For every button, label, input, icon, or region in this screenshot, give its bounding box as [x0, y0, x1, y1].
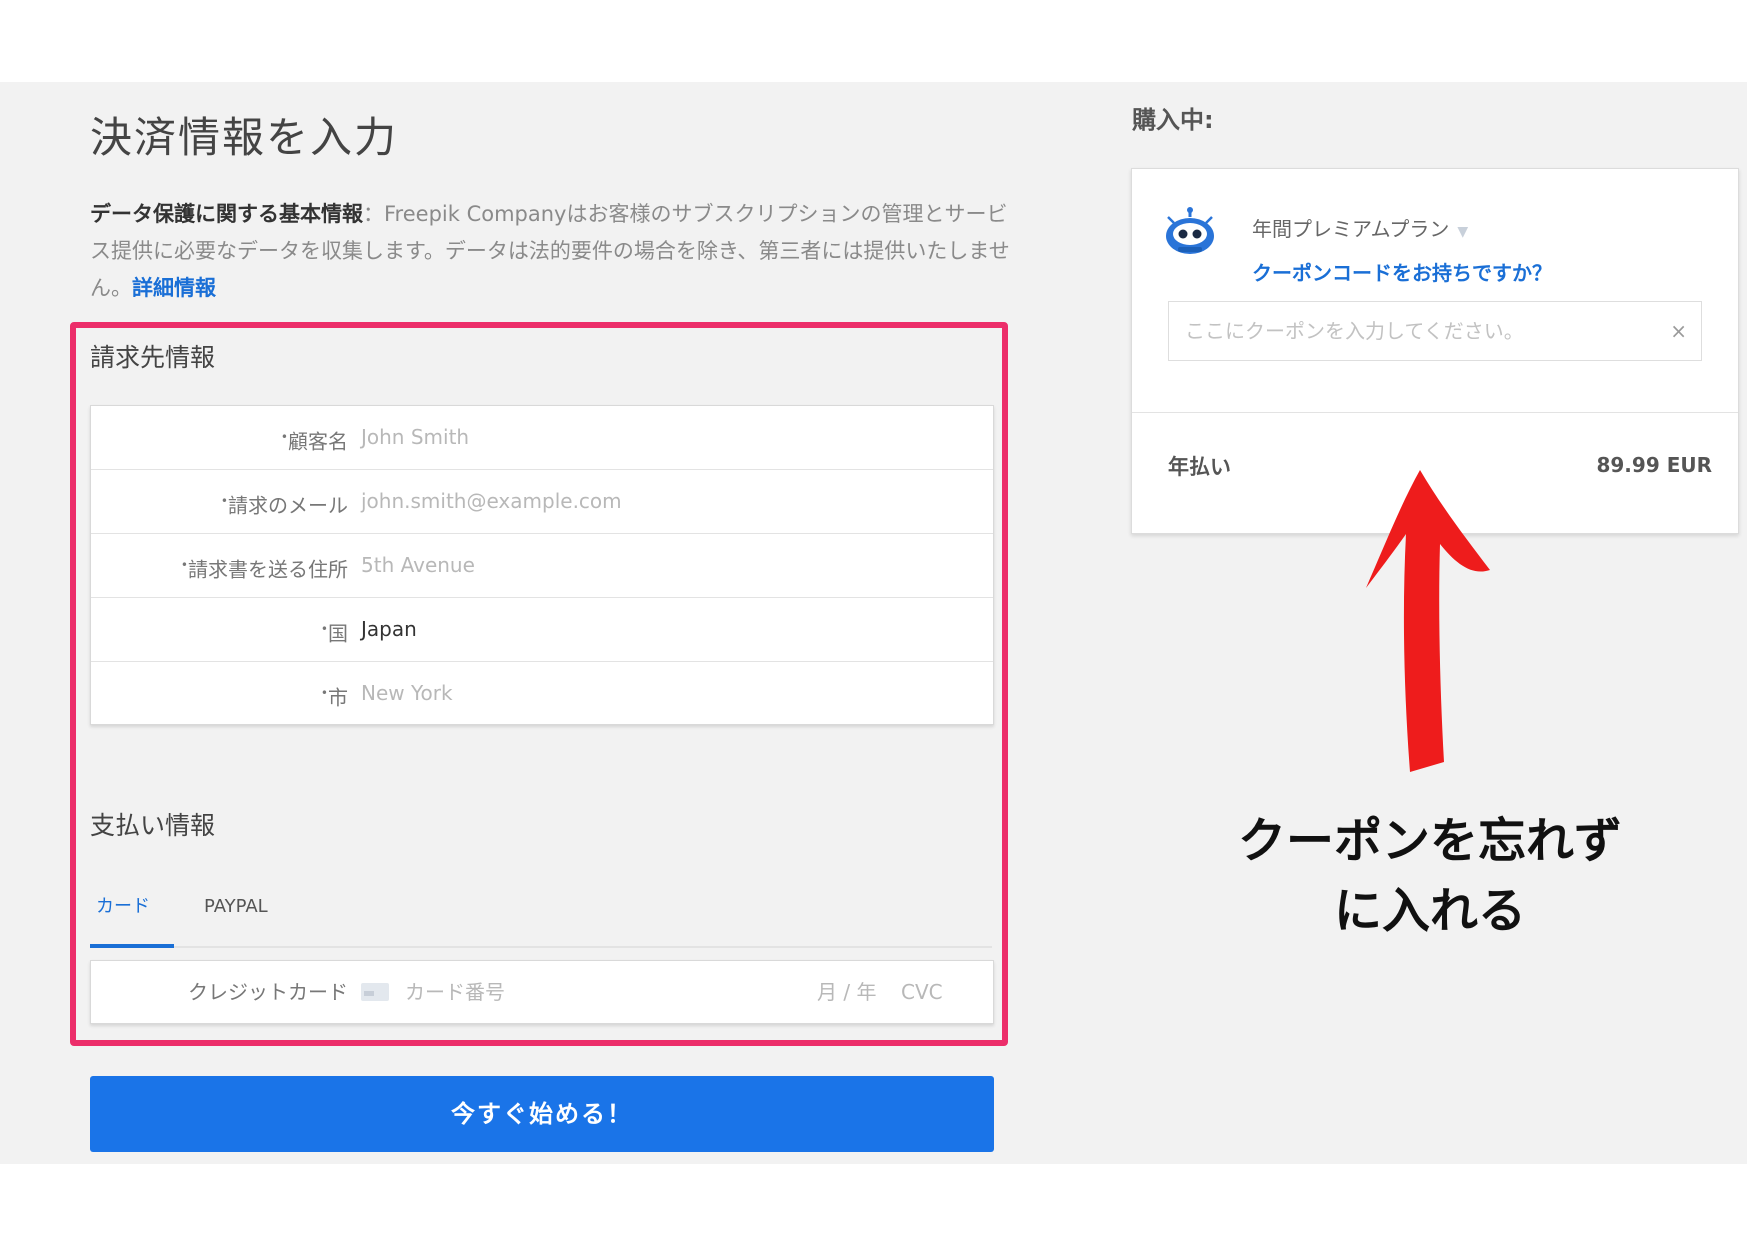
data-protection-notice: データ保護に関する基本情報：Freepik Companyはお客様のサブスクリプ… [90, 196, 1010, 307]
annotation-line-2: に入れる [1333, 883, 1526, 939]
coupon-input[interactable]: ここにクーポンを入力してください。 × [1168, 301, 1702, 361]
notice-separator: ： [363, 202, 384, 226]
country-row: •国 Japan [91, 598, 993, 662]
page-title: 決済情報を入力 [90, 113, 399, 162]
city-row: •市 New York [91, 662, 993, 725]
coupon-placeholder: ここにクーポンを入力してください。 [1185, 319, 1524, 343]
city-label: •市 [320, 685, 348, 710]
customer-name-label: •顧客名 [280, 429, 348, 454]
customer-name-input[interactable]: John Smith [361, 406, 469, 469]
billing-period-label: 年払い [1168, 455, 1231, 479]
billing-form: •顧客名 John Smith •請求のメール john.smith@examp… [90, 405, 994, 725]
robot-mascot-icon [1166, 207, 1214, 254]
credit-card-label: クレジットカード [188, 980, 348, 1004]
close-icon[interactable]: × [1670, 302, 1687, 360]
credit-card-field[interactable]: クレジットカード カード番号 月 / 年 CVC [90, 960, 994, 1024]
notice-heading: データ保護に関する基本情報 [90, 202, 363, 226]
billing-address-input[interactable]: 5th Avenue [361, 534, 475, 597]
red-arrow-annotation [1366, 470, 1490, 772]
country-select[interactable]: Japan [361, 598, 417, 661]
payment-tabs: カード PAYPAL [90, 882, 992, 948]
coupon-reminder-annotation: クーポンを忘れず に入れる [1160, 806, 1700, 946]
city-input[interactable]: New York [361, 662, 453, 725]
summary-divider [1132, 412, 1738, 413]
credit-card-icon [361, 983, 389, 1001]
card-cvc-input[interactable]: CVC [901, 961, 943, 1023]
card-number-input[interactable]: カード番号 [405, 961, 505, 1023]
active-tab-indicator [90, 944, 174, 948]
customer-name-row: •顧客名 John Smith [91, 406, 993, 470]
start-now-button[interactable]: 今すぐ始める！ [90, 1076, 994, 1152]
billing-email-row: •請求のメール john.smith@example.com [91, 470, 993, 534]
country-label: •国 [320, 621, 348, 646]
plan-selector[interactable]: 年間プレミアムプラン ▼ [1252, 213, 1468, 242]
coupon-code-link[interactable]: クーポンコードをお持ちですか？ [1252, 257, 1552, 286]
billing-email-input[interactable]: john.smith@example.com [361, 470, 622, 533]
tab-card[interactable]: カード [96, 882, 150, 932]
billing-section-title: 請求先情報 [90, 343, 216, 372]
card-expiry-input[interactable]: 月 / 年 [817, 961, 876, 1023]
tab-paypal[interactable]: PAYPAL [204, 882, 268, 932]
payment-section-title: 支払い情報 [90, 811, 216, 840]
more-info-link[interactable]: 詳細情報 [132, 276, 216, 300]
billing-email-label: •請求のメール [220, 493, 348, 518]
purchase-heading: 購入中: [1132, 106, 1214, 134]
chevron-down-icon: ▼ [1457, 224, 1469, 240]
plan-price: 89.99 EUR [1596, 453, 1712, 477]
billing-address-row: •請求書を送る住所 5th Avenue [91, 534, 993, 598]
annotation-line-1: クーポンを忘れず [1237, 813, 1622, 869]
billing-address-label: •請求書を送る住所 [180, 557, 348, 582]
